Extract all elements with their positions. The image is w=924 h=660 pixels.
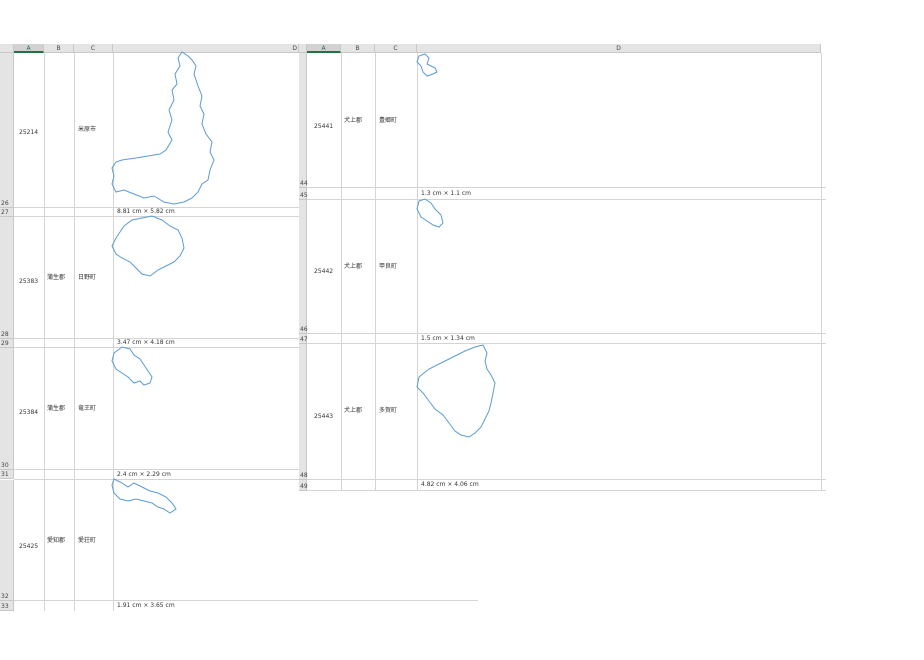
grid-line: [307, 187, 826, 188]
municipality-outline-shape[interactable]: [111, 478, 178, 515]
dimensions-cell[interactable]: 2.4 cm × 2.29 cm: [117, 471, 171, 479]
row-header[interactable]: 46: [299, 200, 308, 334]
grid-line: [821, 53, 822, 491]
dimensions-cell[interactable]: 3.47 cm × 4.18 cm: [117, 339, 175, 347]
municipality-cell[interactable]: 甲良町: [379, 263, 397, 271]
municipality-cell[interactable]: 豊郷町: [379, 117, 397, 125]
code-cell[interactable]: 25425: [19, 543, 38, 551]
code-cell[interactable]: 25383: [19, 278, 38, 286]
column-header-c[interactable]: C: [74, 44, 113, 53]
row-header[interactable]: 28: [0, 217, 14, 339]
row-header[interactable]: 26: [0, 53, 14, 208]
municipality-cell[interactable]: 愛荘町: [78, 537, 96, 545]
municipality-outline-shape[interactable]: [111, 346, 156, 391]
municipality-cell[interactable]: 多賀町: [379, 407, 397, 415]
grid-line: [307, 479, 826, 480]
grid-line: [307, 490, 826, 491]
row-header[interactable]: 49: [299, 480, 308, 491]
grid-line: [44, 53, 45, 611]
code-cell[interactable]: 25384: [19, 409, 38, 417]
grid-line: [74, 53, 75, 611]
dimensions-cell[interactable]: 1.91 cm × 3.65 cm: [117, 602, 175, 610]
column-header-a[interactable]: A: [307, 44, 341, 53]
row-header[interactable]: 47: [299, 334, 308, 344]
row-header[interactable]: 44: [299, 53, 308, 188]
code-cell[interactable]: 25443: [314, 413, 333, 421]
municipality-outline-shape[interactable]: [416, 198, 447, 231]
district-cell[interactable]: 愛知郡: [47, 537, 65, 545]
grid-line: [14, 469, 299, 470]
dimensions-cell[interactable]: 1.3 cm × 1.1 cm: [421, 190, 471, 198]
row-header[interactable]: 27: [0, 208, 14, 217]
dimensions-cell[interactable]: 4.82 cm × 4.06 cm: [421, 481, 479, 489]
municipality-outline-shape[interactable]: [415, 344, 497, 441]
column-header-b[interactable]: B: [44, 44, 74, 53]
district-cell[interactable]: 犬上郡: [344, 407, 362, 415]
district-cell[interactable]: 蒲生郡: [47, 405, 65, 413]
column-header-c[interactable]: C: [375, 44, 417, 53]
dimensions-cell[interactable]: 1.5 cm × 1.34 cm: [421, 335, 475, 343]
row-header[interactable]: 32: [0, 480, 14, 601]
select-all-corner[interactable]: [0, 44, 14, 53]
municipality-outline-shape[interactable]: [111, 51, 222, 212]
municipality-cell[interactable]: 日野町: [78, 274, 96, 282]
grid-line: [375, 53, 376, 491]
grid-line: [14, 347, 299, 348]
row-header[interactable]: 45: [299, 188, 308, 200]
grid-line: [14, 600, 478, 601]
row-header[interactable]: 31: [0, 470, 14, 479]
column-header-b[interactable]: B: [341, 44, 375, 53]
municipality-outline-shape[interactable]: [111, 215, 192, 280]
grid-line: [307, 333, 826, 334]
code-cell[interactable]: 25214: [19, 129, 38, 137]
district-cell[interactable]: 蒲生郡: [47, 274, 65, 282]
column-header-a[interactable]: A: [14, 44, 44, 53]
row-header[interactable]: 30: [0, 348, 14, 470]
grid-line: [307, 343, 826, 344]
grid-line: [307, 199, 826, 200]
dimensions-cell[interactable]: 8.81 cm × 5.82 cm: [117, 208, 175, 216]
row-header[interactable]: 48: [299, 344, 308, 480]
district-cell[interactable]: 犬上郡: [344, 117, 362, 125]
row-header[interactable]: 29: [0, 339, 14, 348]
municipality-cell[interactable]: 竜王町: [78, 405, 96, 413]
code-cell[interactable]: 25441: [314, 123, 333, 131]
row-header[interactable]: 33: [0, 601, 14, 611]
municipality-outline-shape[interactable]: [416, 53, 441, 78]
grid-line: [341, 53, 342, 491]
select-all-corner[interactable]: [299, 44, 307, 53]
district-cell[interactable]: 犬上郡: [344, 263, 362, 271]
right-spreadsheet-pane: A B C D 44 25441 犬上郡 豊郷町 45 1.3 cm × 1.1…: [299, 44, 826, 491]
code-cell[interactable]: 25442: [314, 268, 333, 276]
column-header-d[interactable]: D: [417, 44, 821, 53]
municipality-cell[interactable]: 米原市: [78, 126, 96, 134]
